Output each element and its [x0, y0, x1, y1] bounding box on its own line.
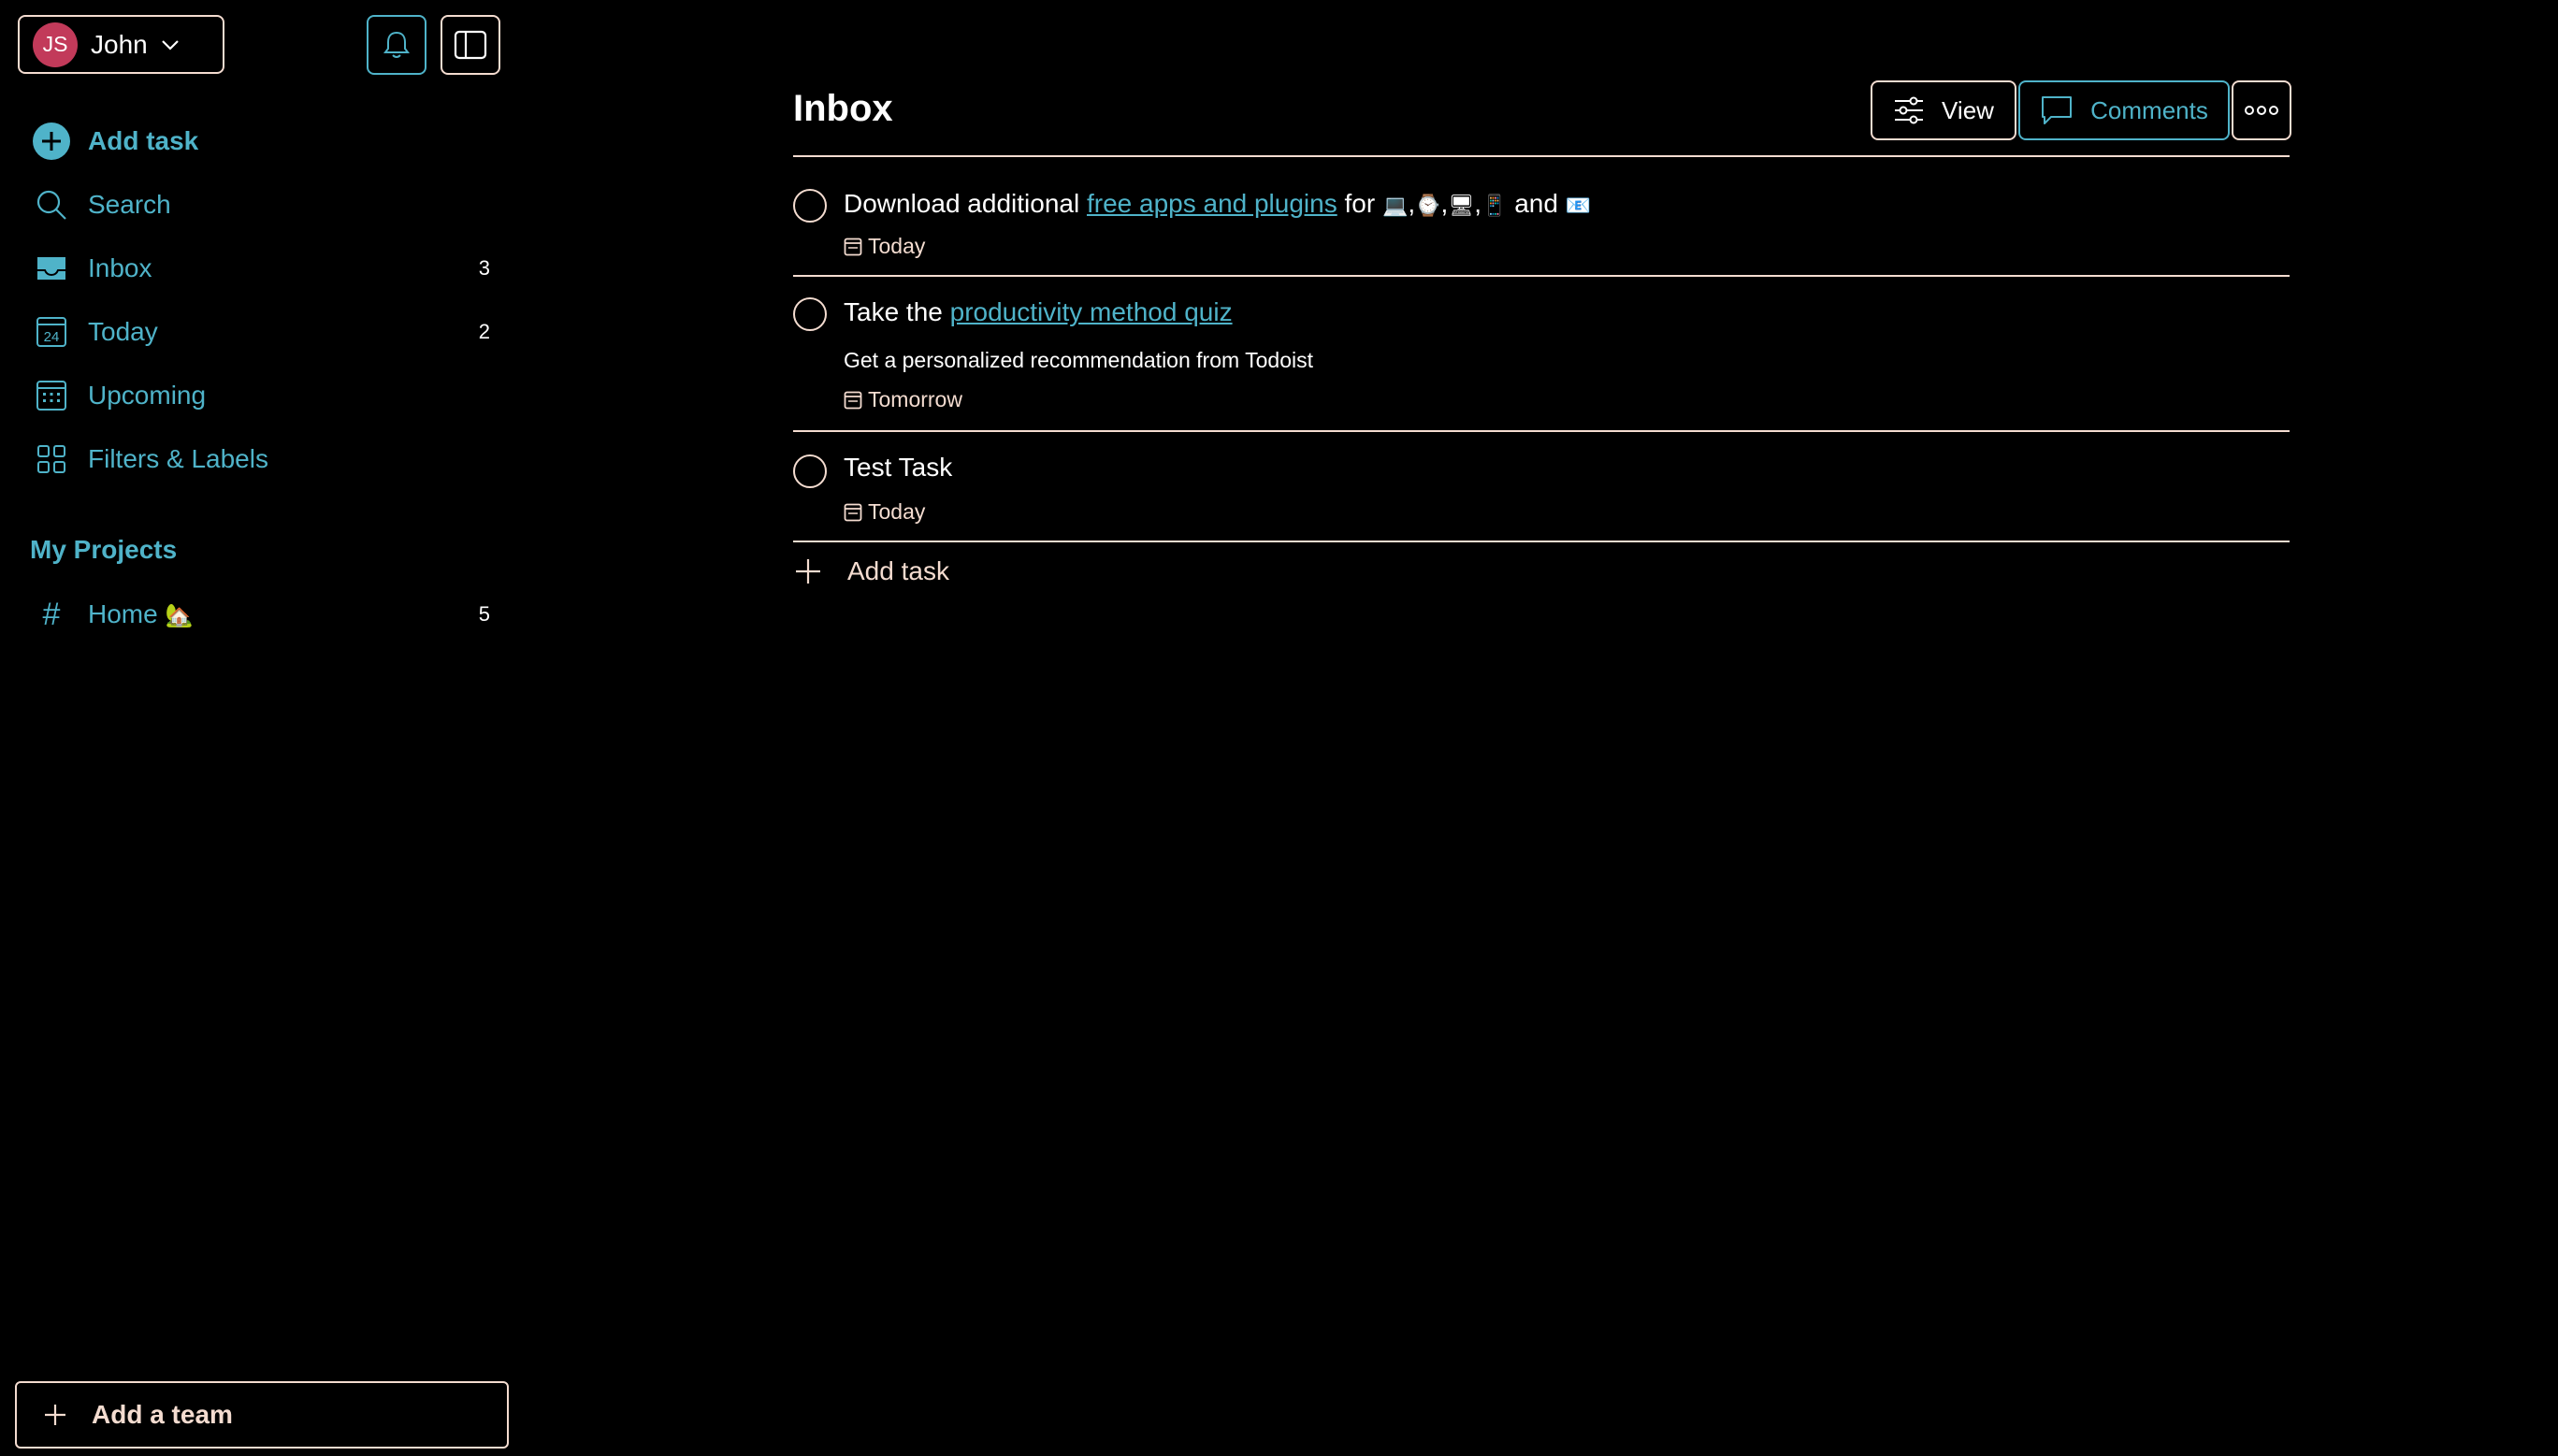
sidebar-item-inbox[interactable]: Inbox 3	[32, 237, 490, 300]
account-name: John	[91, 29, 148, 59]
sidebar: JS John Add task Search Inbox 3 24 Today…	[0, 0, 524, 1456]
task-title-text: and	[1507, 189, 1566, 218]
due-date-label: Today	[868, 234, 926, 258]
plus-icon	[45, 1405, 65, 1425]
sidebar-item-upcoming[interactable]: Upcoming	[32, 364, 490, 427]
more-options-button[interactable]	[2232, 80, 2291, 140]
due-date-label: Tomorrow	[868, 387, 962, 411]
task-due-date[interactable]: Today	[844, 499, 925, 525]
avatar: JS	[33, 22, 78, 67]
add-team-button[interactable]: Add a team	[15, 1381, 509, 1449]
sidebar-nav: Add task Search Inbox 3 24 Today 2 Upcom…	[32, 109, 490, 491]
task-item[interactable]: Test Task Today	[793, 434, 2290, 542]
comments-button[interactable]: Comments	[2018, 80, 2230, 140]
comments-label: Comments	[2090, 95, 2208, 124]
calendar-icon	[844, 503, 862, 521]
watch-emoji: ⌚	[1415, 194, 1441, 217]
notifications-button[interactable]	[367, 15, 426, 75]
view-toolbar: View Comments	[1871, 80, 2291, 140]
add-team-label: Add a team	[92, 1400, 233, 1429]
sidebar-item-label: Add task	[88, 126, 199, 155]
chevron-down-icon	[161, 39, 179, 50]
add-task-label: Add task	[847, 556, 949, 585]
separator-text: ,	[1408, 189, 1416, 218]
page-title: Inbox	[793, 88, 893, 129]
task-title-text: Take the	[844, 297, 950, 326]
task-title-text: Download additional	[844, 189, 1087, 218]
add-task-button[interactable]: Add task	[793, 556, 949, 586]
task-checkbox[interactable]	[793, 454, 827, 488]
project-label: Home 🏡	[88, 599, 194, 629]
phone-emoji: 📱	[1481, 194, 1508, 217]
today-count: 2	[478, 320, 490, 343]
email-emoji: 📧	[1565, 194, 1592, 217]
project-name: Home	[88, 599, 158, 628]
my-projects-heading[interactable]: My Projects	[30, 535, 177, 565]
task-description: Get a personalized recommendation from T…	[844, 348, 1314, 372]
view-button[interactable]: View	[1871, 80, 2016, 140]
account-menu-button[interactable]: JS John	[18, 15, 224, 74]
sliders-icon	[1895, 96, 1924, 124]
task-title: Download additional free apps and plugin…	[844, 189, 1591, 219]
inbox-count: 3	[478, 256, 490, 280]
house-emoji: 🏡	[165, 603, 194, 628]
calendar-icon	[844, 238, 862, 255]
task-title-text: for	[1337, 189, 1382, 218]
sidebar-item-today[interactable]: 24 Today 2	[32, 300, 490, 364]
productivity-quiz-link[interactable]: productivity method quiz	[950, 297, 1233, 326]
sidebar-item-filters-labels[interactable]: Filters & Labels	[32, 427, 490, 491]
task-due-date[interactable]: Today	[844, 234, 925, 259]
more-horizontal-icon	[2245, 106, 2278, 115]
calendar-icon	[844, 391, 862, 409]
sidebar-layout-icon	[454, 30, 487, 60]
view-label: View	[1942, 95, 1994, 124]
hash-icon: #	[42, 596, 61, 632]
comment-icon	[2042, 96, 2073, 124]
sidebar-item-search[interactable]: Search	[32, 173, 490, 237]
calendar-day-number: 24	[44, 329, 60, 345]
laptop-emoji: 💻	[1381, 194, 1409, 217]
sidebar-item-label: Upcoming	[88, 381, 207, 410]
free-apps-link[interactable]: free apps and plugins	[1087, 189, 1337, 218]
inbox-icon	[32, 249, 71, 288]
project-count: 5	[478, 602, 490, 626]
app-window: JS John Add task Search Inbox 3 24 Today…	[0, 0, 2558, 1456]
task-checkbox[interactable]	[793, 189, 827, 223]
sidebar-item-label: Search	[88, 190, 171, 219]
task-item[interactable]: Take the productivity method quiz Get a …	[793, 279, 2290, 432]
project-item-home[interactable]: # Home 🏡 5	[32, 584, 490, 645]
sidebar-item-label: Today	[88, 317, 158, 346]
task-item[interactable]: Download additional free apps and plugin…	[793, 157, 2290, 277]
task-title: Take the productivity method quiz	[844, 297, 1233, 327]
bell-icon	[383, 31, 410, 58]
sidebar-item-label: Inbox	[88, 253, 152, 282]
separator-text: ,	[1474, 189, 1482, 218]
sidebar-item-label: Filters & Labels	[88, 444, 268, 473]
desktop-emoji: 🖥	[1448, 194, 1475, 217]
grid-icon	[32, 440, 71, 479]
toggle-sidebar-button[interactable]	[441, 15, 500, 75]
add-circle-icon	[32, 122, 71, 161]
calendar-grid-icon	[32, 376, 71, 415]
task-title: Test Task	[844, 453, 953, 482]
search-icon	[32, 185, 71, 224]
task-due-date[interactable]: Tomorrow	[844, 387, 962, 412]
calendar-today-icon: 24	[32, 312, 71, 352]
task-checkbox[interactable]	[793, 297, 827, 331]
sidebar-item-add-task[interactable]: Add task	[32, 109, 490, 173]
plus-icon	[796, 559, 820, 584]
due-date-label: Today	[868, 499, 926, 524]
